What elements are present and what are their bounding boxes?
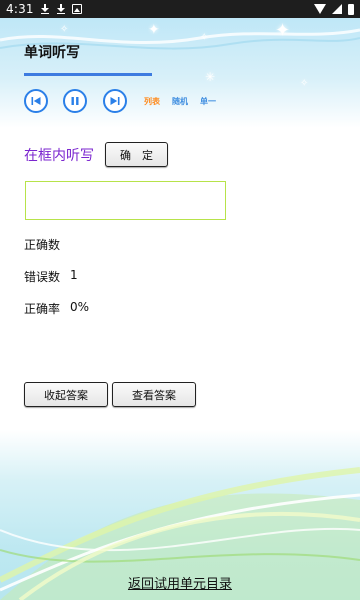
view-answer-button[interactable]: 查看答案	[112, 382, 196, 407]
random-mode-link[interactable]: 随机	[172, 96, 188, 107]
wifi-icon	[314, 4, 326, 14]
battery-icon	[348, 3, 354, 15]
wrong-count-value: 1	[70, 268, 78, 282]
progress-bar	[24, 73, 152, 76]
pause-button[interactable]	[63, 89, 87, 113]
collapse-answer-button[interactable]: 收起答案	[24, 382, 108, 407]
next-button[interactable]	[103, 89, 127, 113]
progress-bar-fill	[24, 73, 152, 76]
status-time: 4:31	[6, 2, 34, 16]
skip-previous-icon	[31, 97, 41, 105]
status-right	[314, 3, 354, 15]
skip-next-icon	[110, 97, 120, 105]
single-mode-link[interactable]: 单一	[200, 96, 216, 107]
confirm-button[interactable]: 确 定	[105, 142, 168, 167]
download-icon	[40, 4, 50, 14]
accuracy-row: 正确率 0%	[24, 300, 89, 317]
list-mode-link[interactable]: 列表	[144, 96, 160, 107]
answer-input[interactable]	[25, 181, 226, 220]
dictation-prompt: 在框内听写	[24, 148, 94, 164]
page-title: 单词听写	[24, 45, 80, 61]
pause-icon	[71, 97, 79, 105]
back-to-unit-list-link[interactable]: 返回试用单元目录	[0, 573, 360, 592]
signal-icon	[332, 4, 342, 14]
previous-button[interactable]	[24, 89, 48, 113]
wrong-count-label: 错误数	[24, 270, 61, 284]
status-left: 4:31	[6, 2, 82, 16]
correct-count-label: 正确数	[24, 238, 61, 252]
accuracy-label: 正确率	[24, 302, 61, 316]
wrong-count-row: 错误数 1	[24, 268, 78, 285]
download-icon	[56, 4, 66, 14]
accuracy-value: 0%	[70, 300, 90, 314]
correct-count-row: 正确数	[24, 236, 70, 253]
image-icon	[71, 4, 82, 14]
status-bar: 4:31	[0, 0, 360, 18]
